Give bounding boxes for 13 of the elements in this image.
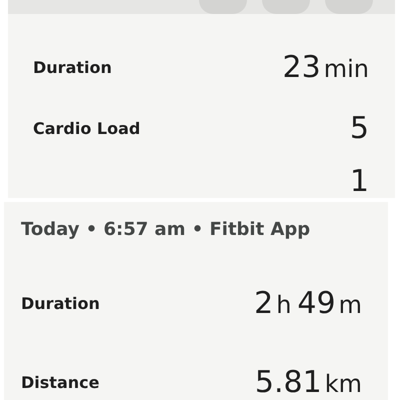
stat-value: 5.81 km — [254, 364, 362, 400]
stat-label: Cardio Load — [33, 118, 140, 140]
stat-value: 5 — [350, 110, 369, 148]
stat-label: Duration — [21, 292, 100, 314]
stat-value: 23 min — [282, 49, 369, 87]
round-button[interactable] — [199, 0, 247, 14]
stat-value: 2 h 49 m — [254, 285, 362, 323]
round-button[interactable] — [325, 0, 373, 14]
round-button[interactable] — [262, 0, 310, 14]
activity-header: Today • 6:57 am • Fitbit App — [20, 218, 312, 242]
stat-label: Distance — [21, 372, 100, 394]
stat-value: 1 — [350, 163, 369, 198]
stat-label: Duration — [33, 56, 112, 78]
